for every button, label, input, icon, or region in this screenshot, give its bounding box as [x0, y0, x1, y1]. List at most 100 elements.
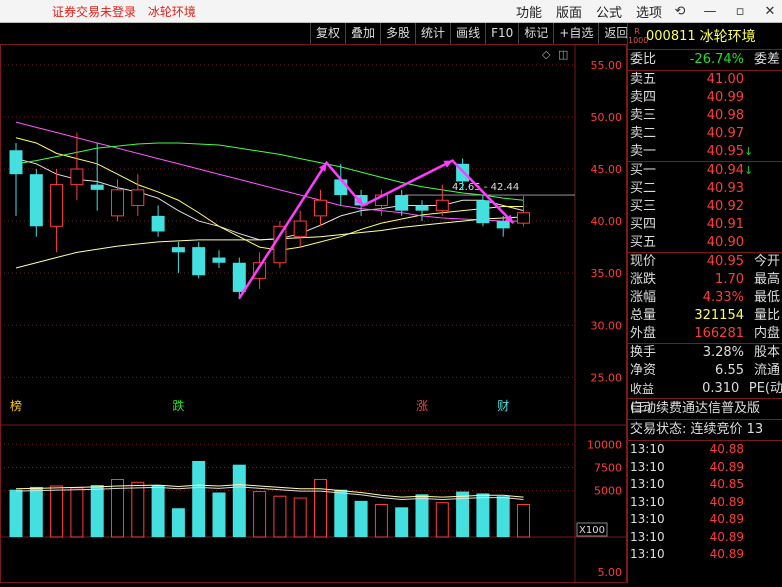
multi-stock-button[interactable]: 多股: [380, 23, 415, 44]
sell-label: 卖二: [630, 126, 657, 141]
refresh-icon[interactable]: ⟲: [668, 4, 692, 19]
fundamental-suffix: 流通: [754, 363, 781, 378]
tick-price: 40.89: [709, 529, 744, 544]
sell-row: 卖二 40.97: [628, 125, 782, 143]
down-arrow-icon: ↓: [744, 145, 754, 158]
mark-button[interactable]: 标记: [518, 23, 553, 44]
quote-value: 40.95: [706, 254, 744, 269]
volume-bar: [9, 489, 23, 537]
marquee-row[interactable]: 自动续费通达信普及版: [628, 399, 782, 420]
market-badge: R 1000: [628, 27, 649, 45]
add-watchlist-button[interactable]: +自选: [553, 23, 598, 44]
candle-body: [314, 199, 327, 217]
sell-price: 40.97: [706, 126, 744, 141]
candle-body: [70, 168, 84, 186]
diamond-icon: ◇: [542, 48, 551, 61]
fundamental-value: 0.310: [702, 381, 740, 396]
tick-price: 40.89: [709, 459, 744, 474]
weibi-row: 委比 -26.74% 委差: [628, 50, 782, 71]
quote-row: 涨跌 1.70 最高: [628, 271, 782, 289]
tick-time: 13:10: [630, 459, 665, 474]
volume-bar: [29, 486, 43, 537]
tick-time: 13:10: [630, 477, 665, 491]
buy-label: 买一: [630, 163, 657, 178]
volume-bar: [212, 492, 226, 537]
quote-value: 4.33%: [702, 290, 744, 305]
fundamental-label: 收益(三): [630, 382, 655, 414]
volume-bar: [374, 504, 388, 538]
menu-options[interactable]: 选项: [636, 2, 662, 21]
draw-line-button[interactable]: 画线: [450, 23, 485, 44]
sell-row: 卖一 40.95 ↓: [628, 143, 782, 161]
menu-function[interactable]: 功能: [516, 2, 542, 21]
price-tick-label: 45.00: [591, 163, 623, 176]
fundamental-row: 收益(三) 0.310 PE(动: [628, 380, 782, 414]
volume-bar: [435, 502, 449, 538]
price-tick-label: 40.00: [591, 215, 623, 228]
weibi-label: 委比: [630, 52, 657, 67]
price-tick-label: 50.00: [591, 111, 623, 124]
restore-rights-button[interactable]: 复权: [310, 23, 345, 44]
main-menu: 功能 版面 公式 选项 ⟲ — ▫ ✕: [502, 0, 782, 22]
login-status[interactable]: 证券交易未登录: [52, 5, 136, 19]
event-marker: 跌: [172, 398, 184, 413]
top-bar: 证券交易未登录 冰轮环境 功能 版面 公式 选项 ⟲ — ▫ ✕: [0, 0, 782, 23]
trade-status-row: 交易状态: 连续竞价 13: [628, 420, 782, 441]
chart-area[interactable]: 55.00 50.00 45.00 40.00 35.00 30.00 25.00 42.65…: [0, 44, 627, 583]
volume-bar: [50, 485, 64, 538]
quote-row: 总量 321154 量比: [628, 307, 782, 325]
sell-label: 卖一: [630, 144, 657, 159]
volume-tick-label: 10000: [587, 438, 622, 451]
quote-suffix: 内盘: [754, 326, 781, 341]
sell-price: 40.99: [706, 90, 744, 105]
f10-button[interactable]: F10: [485, 23, 518, 44]
sell-row: 卖四 40.99: [628, 89, 782, 107]
volume-bar: [273, 495, 287, 538]
sell-row: 卖三 40.98: [628, 107, 782, 125]
overlay-button[interactable]: 叠加: [345, 23, 380, 44]
sell-label: 卖四: [630, 90, 657, 105]
tick-price: 40.85: [709, 477, 744, 491]
candle-body: [131, 189, 145, 206]
tick-row: 13:10 40.88: [628, 441, 782, 459]
maximize-icon[interactable]: ▫: [728, 4, 752, 19]
tick-row: 13:10 40.89: [628, 494, 782, 512]
close-icon[interactable]: ✕: [758, 4, 782, 19]
volume-bar: [253, 491, 267, 538]
event-marker: 榜: [10, 398, 22, 413]
candlestick-chart[interactable]: 55.00 50.00 45.00 40.00 35.00 30.00 25.00 42.65…: [0, 44, 627, 583]
tick-list[interactable]: 13:10 40.88 13:10 40.89 13:10 40.85 13:10 40…: [628, 441, 782, 564]
volume-bar: [90, 485, 104, 537]
buy-row: 买三 40.92: [628, 198, 782, 216]
volume-bar: [496, 496, 510, 537]
candle-body: [29, 174, 43, 227]
candle-body: [9, 150, 23, 175]
quote-value: 321154: [694, 308, 744, 323]
volume-bar: [293, 497, 307, 538]
buy-label: 买五: [630, 235, 657, 250]
volume-bar: [395, 507, 409, 537]
marquee-text[interactable]: 自动续费通达信普及版: [628, 399, 760, 419]
sell-book: 卖五 41.00 卖四 40.99 卖三 40.98 卖二 40.97 卖一 40.95 ↓: [628, 71, 782, 162]
menu-layout[interactable]: 版面: [556, 2, 582, 21]
candle-body: [496, 221, 510, 229]
buy-label: 买二: [630, 181, 657, 196]
buy-row: 买四 40.91: [628, 216, 782, 234]
moving-average-line: [15, 158, 524, 241]
candle-body: [517, 212, 530, 224]
panel-toggle-icon: ◫: [558, 48, 568, 61]
statistics-button[interactable]: 统计: [415, 23, 450, 44]
volume-bar: [415, 494, 429, 537]
minimize-icon[interactable]: —: [698, 4, 722, 19]
indicator-tick-label: 5.00: [598, 566, 623, 579]
tick-row: 13:10 40.89: [628, 459, 782, 477]
candle-body: [111, 189, 124, 217]
buy-price: 40.92: [706, 199, 744, 214]
menu-formula[interactable]: 公式: [596, 2, 622, 21]
candle-body: [273, 225, 287, 264]
quote-value: 166281: [694, 326, 744, 341]
buy-price: 40.90: [706, 235, 744, 250]
fundamental-label: 净资: [630, 363, 657, 378]
volume-bar: [70, 487, 84, 538]
volume-bar: [314, 479, 327, 538]
